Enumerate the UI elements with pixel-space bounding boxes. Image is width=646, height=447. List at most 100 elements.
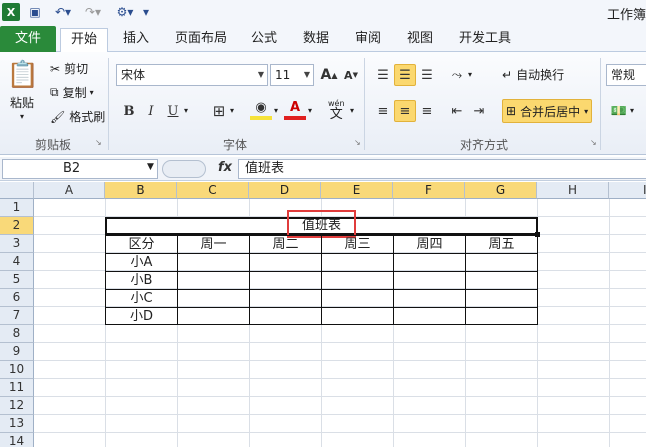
clipboard-launcher-icon[interactable]: ↘ bbox=[95, 138, 102, 147]
name-box[interactable]: B2 bbox=[2, 159, 158, 179]
row-header-7[interactable]: 7 bbox=[0, 307, 34, 325]
fill-color-icon[interactable]: ◉ bbox=[250, 98, 272, 120]
header-cell[interactable]: 周三 bbox=[322, 236, 393, 254]
column-header-c[interactable]: C bbox=[177, 182, 249, 199]
borders-icon[interactable]: ⊞ bbox=[208, 100, 230, 122]
copy-label: 复制 bbox=[62, 86, 87, 100]
row-header-6[interactable]: 6 bbox=[0, 289, 34, 307]
row-header-9[interactable]: 9 bbox=[0, 343, 34, 361]
align-top-icon[interactable]: ☰ bbox=[372, 64, 394, 86]
cut-button[interactable]: ✂ 剪切 bbox=[50, 60, 88, 77]
save-icon[interactable]: ▣ bbox=[26, 3, 44, 21]
underline-button[interactable]: U bbox=[162, 100, 184, 122]
header-cell[interactable]: 周一 bbox=[178, 236, 249, 254]
row-header-14[interactable]: 14 bbox=[0, 433, 34, 447]
select-all-corner[interactable] bbox=[0, 182, 34, 199]
paste-button[interactable]: 粘贴 bbox=[10, 94, 34, 111]
tab-home[interactable]: 开始 bbox=[60, 28, 108, 53]
row-header-4[interactable]: 4 bbox=[0, 253, 34, 271]
column-header-a[interactable]: A bbox=[34, 182, 105, 199]
header-cell[interactable]: 周五 bbox=[466, 236, 537, 254]
column-header-d[interactable]: D bbox=[249, 182, 321, 199]
format-painter-button[interactable]: 🖌 格式刷 bbox=[50, 108, 105, 125]
gridline bbox=[34, 414, 646, 415]
shrink-font-button[interactable]: A ▼ bbox=[340, 64, 362, 86]
bold-button[interactable]: B bbox=[118, 100, 140, 122]
align-center-icon[interactable]: ≡ bbox=[394, 100, 416, 122]
row-header-1[interactable]: 1 bbox=[0, 199, 34, 217]
customize-qat-icon[interactable]: ▾ bbox=[140, 3, 152, 21]
alignment-launcher-icon[interactable]: ↘ bbox=[590, 138, 597, 147]
tab-file[interactable]: 文件 bbox=[0, 26, 56, 52]
font-name-box[interactable]: 宋体 ▼ bbox=[116, 64, 268, 86]
row-header-2[interactable]: 2 bbox=[0, 217, 34, 235]
person-cell[interactable]: 小D bbox=[106, 308, 177, 326]
phonetic-button[interactable]: wén 文 bbox=[328, 98, 345, 121]
row-header-3[interactable]: 3 bbox=[0, 235, 34, 253]
fill-color-dropdown-icon[interactable]: ▾ bbox=[274, 106, 278, 115]
redo-icon[interactable]: ↷▾ bbox=[80, 3, 106, 21]
formula-bar-splitter[interactable] bbox=[162, 160, 206, 178]
insert-function-icon[interactable]: fx bbox=[218, 160, 232, 175]
tab-data[interactable]: 数据 bbox=[296, 28, 336, 52]
name-box-dropdown-icon[interactable]: ▼ bbox=[147, 162, 154, 172]
person-cell[interactable]: 小B bbox=[106, 272, 177, 290]
person-cell[interactable]: 小C bbox=[106, 290, 177, 308]
group-divider bbox=[600, 58, 601, 150]
align-middle-icon[interactable]: ☰ bbox=[394, 64, 416, 86]
currency-format-icon[interactable]: 💵 bbox=[608, 100, 630, 122]
orientation-dropdown-icon[interactable]: ▾ bbox=[468, 70, 472, 79]
font-color-dropdown-icon[interactable]: ▾ bbox=[308, 106, 312, 115]
column-header-g[interactable]: G bbox=[465, 182, 537, 199]
increase-indent-icon[interactable]: ⇥ bbox=[468, 100, 490, 122]
header-cell[interactable]: 周四 bbox=[394, 236, 465, 254]
paste-icon[interactable]: 📋 bbox=[6, 58, 40, 92]
tab-page-layout[interactable]: 页面布局 bbox=[170, 28, 232, 52]
column-header-b[interactable]: B bbox=[105, 182, 177, 199]
group-divider bbox=[108, 58, 109, 150]
phonetic-dropdown-icon[interactable]: ▾ bbox=[350, 106, 354, 115]
borders-dropdown-icon[interactable]: ▾ bbox=[230, 106, 234, 115]
row-header-8[interactable]: 8 bbox=[0, 325, 34, 343]
tab-view[interactable]: 视图 bbox=[400, 28, 440, 52]
paste-dropdown-icon[interactable]: ▾ bbox=[20, 112, 24, 121]
row-header-12[interactable]: 12 bbox=[0, 397, 34, 415]
merge-center-icon: ⊞ bbox=[506, 104, 517, 118]
row-header-10[interactable]: 10 bbox=[0, 361, 34, 379]
align-bottom-icon[interactable]: ☰ bbox=[416, 64, 438, 86]
row-header-11[interactable]: 11 bbox=[0, 379, 34, 397]
italic-button[interactable]: I bbox=[140, 100, 162, 122]
header-cell[interactable]: 周二 bbox=[250, 236, 321, 254]
tab-formulas[interactable]: 公式 bbox=[244, 28, 284, 52]
font-size-box[interactable]: 11 ▼ bbox=[270, 64, 314, 86]
tab-developer[interactable]: 开发工具 bbox=[452, 28, 518, 52]
tools-icon[interactable]: ⚙▾ bbox=[112, 3, 138, 21]
underline-dropdown-icon[interactable]: ▾ bbox=[184, 106, 188, 115]
tab-review[interactable]: 审阅 bbox=[348, 28, 388, 52]
cut-label: 剪切 bbox=[64, 62, 89, 76]
header-cell[interactable]: 区分 bbox=[106, 236, 177, 254]
align-left-icon[interactable]: ≡ bbox=[372, 100, 394, 122]
undo-icon[interactable]: ↶▾ bbox=[50, 3, 76, 21]
tab-insert[interactable]: 插入 bbox=[114, 28, 158, 52]
column-header-e[interactable]: E bbox=[321, 182, 393, 199]
font-color-icon[interactable]: A bbox=[284, 98, 306, 120]
row-header-13[interactable]: 13 bbox=[0, 415, 34, 433]
grow-font-button[interactable]: A ▲ bbox=[318, 64, 340, 86]
decrease-indent-icon[interactable]: ⇤ bbox=[446, 100, 468, 122]
copy-button[interactable]: ⧉ 复制 ▾ bbox=[50, 84, 94, 101]
currency-dropdown-icon[interactable]: ▾ bbox=[630, 106, 634, 115]
column-header-i[interactable]: I bbox=[609, 182, 646, 199]
spreadsheet-grid[interactable]: A B C D E F G H I 1 2 3 4 5 6 7 8 9 10 1… bbox=[0, 182, 646, 447]
row-header-5[interactable]: 5 bbox=[0, 271, 34, 289]
column-header-h[interactable]: H bbox=[537, 182, 609, 199]
merge-center-button[interactable]: ⊞ 合并后居中 ▾ bbox=[502, 99, 593, 123]
orientation-icon[interactable]: ⤳ bbox=[446, 64, 468, 86]
wrap-text-button[interactable]: ↵ 自动换行 bbox=[502, 66, 564, 83]
align-right-icon[interactable]: ≡ bbox=[416, 100, 438, 122]
column-header-f[interactable]: F bbox=[393, 182, 465, 199]
formula-input[interactable]: 值班表 bbox=[238, 159, 646, 179]
person-cell[interactable]: 小A bbox=[106, 254, 177, 272]
number-format-box[interactable]: 常规 bbox=[606, 64, 646, 86]
font-launcher-icon[interactable]: ↘ bbox=[354, 138, 361, 147]
